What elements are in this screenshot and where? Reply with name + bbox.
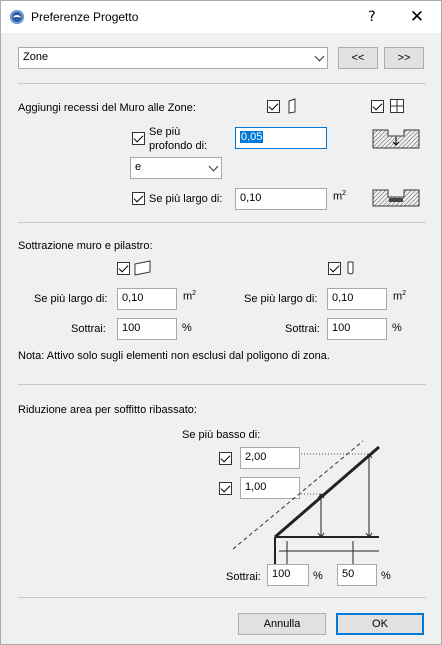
condition-dropdown[interactable]: e [130, 157, 222, 179]
column-wider-unit: m2 [393, 290, 407, 303]
wall-recess-heading: Aggiungi recessi del Muro alle Zone: [18, 102, 196, 114]
wall-wider-label: Se più largo di: [34, 293, 108, 305]
separator [18, 384, 426, 385]
depth-input[interactable]: 0,05 [235, 127, 327, 149]
wall-icon [134, 260, 151, 276]
column-wider-value: 0,10 [332, 292, 354, 304]
title-bar: Preferenze Progetto ? ✕ [1, 1, 441, 33]
wall-wider-unit: m2 [183, 290, 197, 303]
wall-recess-wall-checkbox[interactable] [267, 100, 280, 113]
window-title: Preferenze Progetto [31, 10, 139, 24]
deeper-than-checkbox[interactable] [132, 132, 145, 145]
ceiling-subtract2-unit: % [381, 570, 391, 582]
chevron-down-icon [208, 161, 219, 172]
condition-value: e [135, 161, 142, 173]
project-preferences-dialog: Preferenze Progetto ? ✕ Zone << >> Aggiu… [0, 0, 442, 645]
close-button[interactable]: ✕ [403, 5, 431, 29]
column-subtract-unit: % [392, 322, 402, 334]
wider-than-label: Se più largo di: [149, 193, 223, 205]
ceiling-subtract-label: Sottrai: [226, 571, 261, 583]
deeper-than-label: Se più profondo di: [149, 126, 208, 152]
depth-value: 0,05 [240, 131, 264, 143]
ceiling-subtract1-input[interactable]: 100 [267, 564, 309, 586]
room-grid-icon [390, 99, 404, 113]
recess-area-icon [372, 189, 420, 207]
separator [18, 83, 426, 84]
wall-subtract-input[interactable]: 100 [117, 318, 177, 340]
wall-wider-value: 0,10 [122, 292, 144, 304]
ceiling-subtract1-value: 100 [272, 568, 291, 580]
column-subtract-value: 100 [332, 322, 351, 334]
wall-subtract-label: Sottrai: [71, 323, 106, 335]
recess-depth-icon [372, 129, 420, 149]
help-button[interactable]: ? [358, 5, 386, 29]
ok-button[interactable]: OK [336, 613, 424, 635]
wall-recess-icon [288, 98, 296, 114]
wall-subtraction-checkbox[interactable] [117, 262, 130, 275]
ceiling-heading: Riduzione area per soffitto ribassato: [18, 404, 197, 416]
previous-page-button[interactable]: << [338, 47, 378, 69]
column-wider-label: Se più largo di: [244, 293, 318, 305]
recess-width-value: 0,10 [240, 192, 262, 204]
separator [18, 597, 426, 598]
wall-recess-room-checkbox[interactable] [371, 100, 384, 113]
lower-than-label: Se più basso di: [182, 429, 261, 441]
chevron-down-icon [314, 51, 325, 62]
recess-width-input[interactable]: 0,10 [235, 188, 327, 210]
recess-width-unit: m2 [333, 190, 347, 203]
ceiling-subtract2-input[interactable]: 50 [337, 564, 377, 586]
wall-subtract-value: 100 [122, 322, 141, 334]
ceiling-height-diagram [232, 440, 380, 567]
subtraction-heading: Sottrazione muro e pilastro: [18, 240, 153, 252]
wider-than-checkbox[interactable] [132, 192, 145, 205]
column-icon [347, 261, 354, 275]
category-dropdown[interactable]: Zone [18, 47, 328, 69]
wall-wider-input[interactable]: 0,10 [117, 288, 177, 310]
next-page-button[interactable]: >> [384, 47, 424, 69]
column-subtract-input[interactable]: 100 [327, 318, 387, 340]
wall-subtract-unit: % [182, 322, 192, 334]
category-value: Zone [23, 51, 49, 63]
ceiling-subtract1-unit: % [313, 570, 323, 582]
subtraction-note: Nota: Attivo solo sugli elementi non esc… [18, 350, 330, 362]
column-wider-input[interactable]: 0,10 [327, 288, 387, 310]
column-subtract-label: Sottrai: [285, 323, 320, 335]
column-subtraction-checkbox[interactable] [328, 262, 341, 275]
app-icon [10, 10, 24, 24]
cancel-button[interactable]: Annulla [238, 613, 326, 635]
ceiling-subtract2-value: 50 [342, 568, 355, 580]
separator [18, 222, 426, 223]
